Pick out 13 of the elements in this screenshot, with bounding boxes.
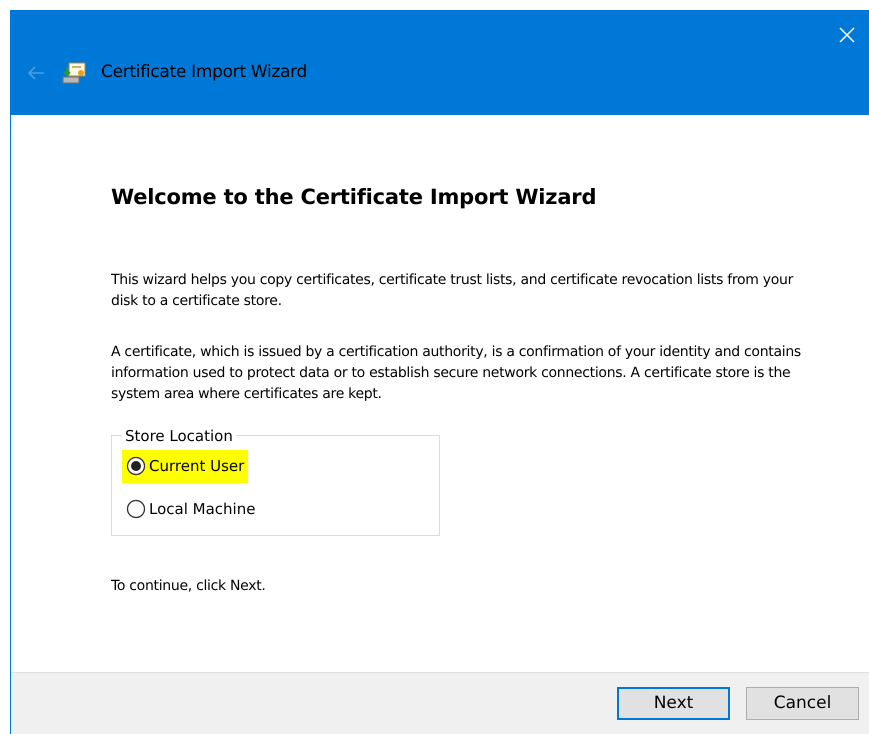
hint-text: To continue, click Next. [111, 577, 267, 596]
radio-option[interactable]: Current User [122, 450, 248, 483]
dialog-button[interactable]: Next [617, 687, 730, 720]
radio-option[interactable]: Local Machine [122, 492, 260, 526]
certificate-icon [61, 60, 87, 85]
window-title: Certificate Import Wizard [101, 61, 308, 84]
wizard-heading: Welcome to the Certificate Import Wizard [111, 185, 598, 210]
dialog-button[interactable]: Cancel [746, 687, 859, 720]
radio-icon [126, 456, 146, 476]
paragraph: A certificate, which is issued by a certification authority, is a confirmation of your identity and contains information used to protect data or to establish secure network connections. A certificate store is the system area where certificates are kept. [111, 343, 802, 404]
radio-icon [126, 498, 146, 519]
paragraph: This wizard helps you copy certificates, certificate trust lists, and certificate revocation lists from your disk to a certificate store. [111, 271, 794, 312]
close-icon [839, 26, 855, 43]
